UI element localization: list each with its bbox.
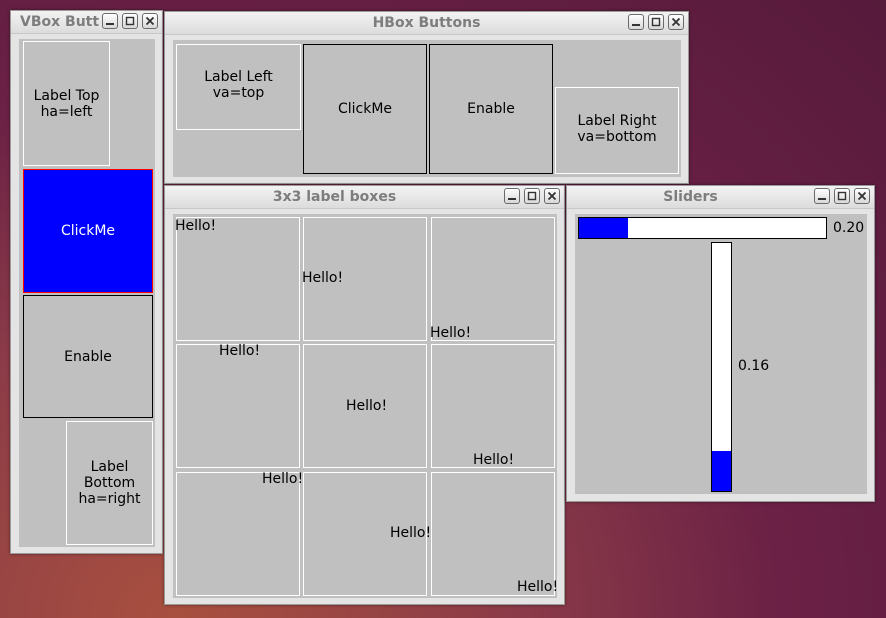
grid-cell-7: Hello! (176, 471, 304, 596)
minimize-icon[interactable] (504, 188, 520, 204)
hello-label: Hello! (473, 452, 515, 468)
vbox-title: VBox Butt (20, 14, 100, 30)
sliders-title: Sliders (663, 189, 718, 205)
vbox-titlebar[interactable]: VBox Butt (11, 11, 162, 34)
label-top: Label Top ha=left (23, 41, 110, 166)
hello-label: Hello! (262, 471, 304, 487)
hello-label: Hello! (346, 398, 388, 414)
label-bottom: Label Bottom ha=right (66, 421, 153, 545)
hello-label: Hello! (430, 325, 472, 341)
hbox-titlebar[interactable]: HBox Buttons (165, 12, 688, 35)
hbox-panel: Label Left va=top ClickMe Enable Label Ri… (173, 40, 681, 177)
maximize-icon[interactable] (122, 13, 138, 29)
grid-cell-5: Hello! (303, 344, 427, 468)
minimize-icon[interactable] (102, 13, 118, 29)
hbox-title: HBox Buttons (372, 15, 481, 31)
vbox-enable-button[interactable]: Enable (23, 295, 153, 418)
vbox-window: VBox Butt Label Top ha=left ClickMe Enabl… (10, 10, 163, 554)
close-icon[interactable] (854, 188, 870, 204)
sliders-titlebar[interactable]: Sliders (567, 186, 874, 209)
horizontal-slider-fill (579, 218, 629, 238)
grid-title: 3x3 label boxes (272, 189, 397, 205)
maximize-icon[interactable] (524, 188, 540, 204)
grid-cell-3: Hello! (430, 217, 555, 341)
sliders-window: Sliders 0.20 0.16 (566, 185, 875, 502)
vbox-panel: Label Top ha=left ClickMe Enable Label Bo… (19, 39, 155, 547)
label-right: Label Right va=bottom (555, 87, 679, 174)
sliders-panel: 0.20 0.16 (575, 214, 867, 494)
close-icon[interactable] (544, 188, 560, 204)
vbox-window-controls (102, 13, 158, 29)
hello-label: Hello! (219, 343, 261, 359)
sliders-window-controls (814, 188, 870, 204)
hbox-enable-button[interactable]: Enable (429, 44, 553, 174)
minimize-icon[interactable] (814, 188, 830, 204)
hello-label: Hello! (517, 579, 559, 595)
hello-label: Hello! (390, 525, 432, 541)
label-left: Label Left va=top (176, 44, 301, 130)
hello-label: Hello! (175, 218, 217, 234)
grid-window: 3x3 label boxes Hello! Hello! Hello! Hel… (164, 185, 565, 605)
minimize-icon[interactable] (628, 14, 644, 30)
horizontal-slider[interactable] (578, 217, 827, 239)
grid-panel: Hello! Hello! Hello! Hello! Hello! Hello… (173, 214, 559, 598)
grid-cell-1: Hello! (175, 217, 300, 341)
grid-cell-4: Hello! (176, 343, 300, 468)
grid-cell-6: Hello! (431, 344, 555, 468)
vertical-slider-fill (712, 451, 731, 491)
grid-cell-8: Hello! (303, 472, 431, 596)
vbox-clickme-button[interactable]: ClickMe (23, 169, 153, 293)
vertical-slider-value: 0.16 (738, 358, 770, 374)
grid-titlebar[interactable]: 3x3 label boxes (165, 186, 564, 209)
hbox-window: HBox Buttons Label Left va=top ClickMe En… (164, 11, 689, 184)
close-icon[interactable] (668, 14, 684, 30)
horizontal-slider-value: 0.20 (833, 220, 865, 236)
hbox-window-controls (628, 14, 684, 30)
hello-label: Hello! (302, 270, 344, 286)
grid-cell-2: Hello! (302, 217, 427, 341)
maximize-icon[interactable] (648, 14, 664, 30)
hbox-clickme-button[interactable]: ClickMe (303, 44, 427, 174)
grid-cell-9: Hello! (431, 472, 559, 596)
vertical-slider[interactable] (711, 242, 732, 492)
maximize-icon[interactable] (834, 188, 850, 204)
close-icon[interactable] (142, 13, 158, 29)
grid-window-controls (504, 188, 560, 204)
